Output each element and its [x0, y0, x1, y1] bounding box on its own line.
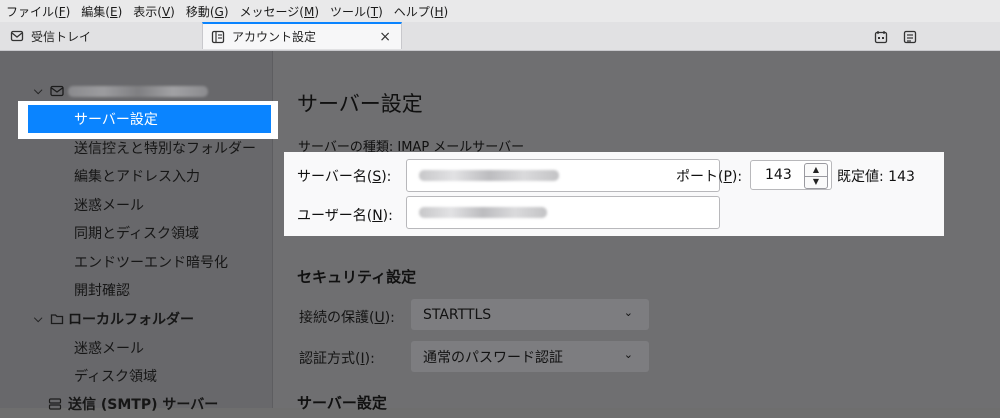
port-value: 143 — [765, 167, 792, 183]
chevron-down-icon: ⌄ — [623, 306, 633, 319]
tab-inbox-label: 受信トレイ — [31, 29, 92, 44]
menu-message[interactable]: メッセージ(M) — [234, 3, 325, 20]
connection-security-select[interactable]: STARTTLS ⌄ — [411, 299, 649, 330]
tasks-icon[interactable] — [903, 29, 917, 44]
menu-edit[interactable]: 編集(E) — [75, 3, 127, 20]
account-settings-icon — [211, 30, 225, 44]
chevron-up-icon[interactable]: ▲ — [805, 164, 827, 176]
tab-bar: 受信トレイ アカウント設定 × — [0, 22, 1000, 51]
envelope-icon — [10, 29, 24, 43]
connection-security-value: STARTTLS — [423, 306, 492, 323]
username-label: ユーザー名(N): — [297, 208, 393, 224]
menu-file[interactable]: ファイル(F) — [0, 3, 75, 20]
close-icon[interactable]: × — [379, 29, 391, 45]
port-spin-buttons: ▲ ▼ — [804, 163, 828, 189]
auth-method-value: 通常のパスワード認証 — [423, 349, 563, 366]
port-label: ポート(P): — [676, 169, 743, 185]
sidebar-item-e2e-encryption[interactable]: エンドツーエンド暗号化 — [74, 248, 228, 276]
tab-account-label: アカウント設定 — [232, 30, 317, 44]
menu-go[interactable]: 移動(G) — [180, 3, 234, 20]
sidebar-item-return-receipts[interactable]: 開封確認 — [74, 276, 130, 304]
username-input[interactable] — [406, 196, 720, 229]
sidebar-item-junk[interactable]: 迷惑メール — [74, 191, 144, 219]
chevron-down-icon: ⌵ — [34, 312, 43, 325]
auth-method-label: 認証方式(I): — [299, 351, 375, 367]
calendar-icon[interactable] — [874, 29, 888, 44]
menu-view[interactable]: 表示(V) — [127, 3, 180, 20]
page-title: サーバー設定 — [297, 92, 423, 116]
tab-account-settings[interactable]: アカウント設定 × — [202, 22, 402, 49]
menu-help[interactable]: ヘルプ(H) — [388, 3, 453, 20]
redacted-server-name — [419, 170, 559, 181]
security-settings-title: セキュリティ設定 — [297, 268, 417, 286]
server-icon — [48, 397, 62, 411]
server-settings-section-title: サーバー設定 — [297, 394, 387, 412]
local-folders-label: ローカルフォルダー — [68, 312, 194, 328]
redacted-account-name — [68, 85, 208, 97]
smtp-label: 送信 (SMTP) サーバー — [68, 397, 219, 413]
port-stepper[interactable]: 143 ▲ ▼ — [750, 160, 832, 190]
sidebar-item-sync-disk[interactable]: 同期とディスク領域 — [74, 219, 199, 247]
sidebar-item-local-junk[interactable]: 迷惑メール — [74, 334, 144, 362]
connection-security-label: 接続の保護(U): — [299, 310, 395, 326]
sidebar-local-folders[interactable]: ⌵ ローカルフォルダー — [34, 305, 194, 333]
chevron-down-icon: ⌄ — [623, 348, 633, 361]
envelope-icon — [50, 84, 64, 98]
chevron-down-icon: ⌵ — [34, 84, 43, 97]
menu-tools[interactable]: ツール(T) — [324, 3, 388, 20]
sidebar-item-composition[interactable]: 編集とアドレス入力 — [74, 162, 200, 190]
sidebar-item-local-disk[interactable]: ディスク領域 — [74, 362, 157, 390]
auth-method-select[interactable]: 通常のパスワード認証 ⌄ — [411, 341, 649, 372]
sidebar-item-server-settings[interactable]: サーバー設定 — [28, 105, 271, 133]
menu-bar: ファイル(F) 編集(E) 表示(V) 移動(G) メッセージ(M) ツール(T… — [0, 0, 1000, 22]
server-name-input[interactable] — [406, 159, 720, 192]
tab-inbox[interactable]: 受信トレイ — [10, 22, 200, 50]
folder-icon — [50, 312, 64, 326]
redacted-username — [419, 207, 547, 218]
chevron-down-icon[interactable]: ▼ — [805, 175, 827, 189]
server-name-label: サーバー名(S): — [297, 169, 392, 185]
port-default-label: 既定値: 143 — [837, 169, 915, 185]
sidebar-item-copies-folders[interactable]: 送信控えと特別なフォルダー — [74, 134, 256, 162]
sidebar-smtp-server[interactable]: 送信 (SMTP) サーバー — [48, 390, 218, 418]
